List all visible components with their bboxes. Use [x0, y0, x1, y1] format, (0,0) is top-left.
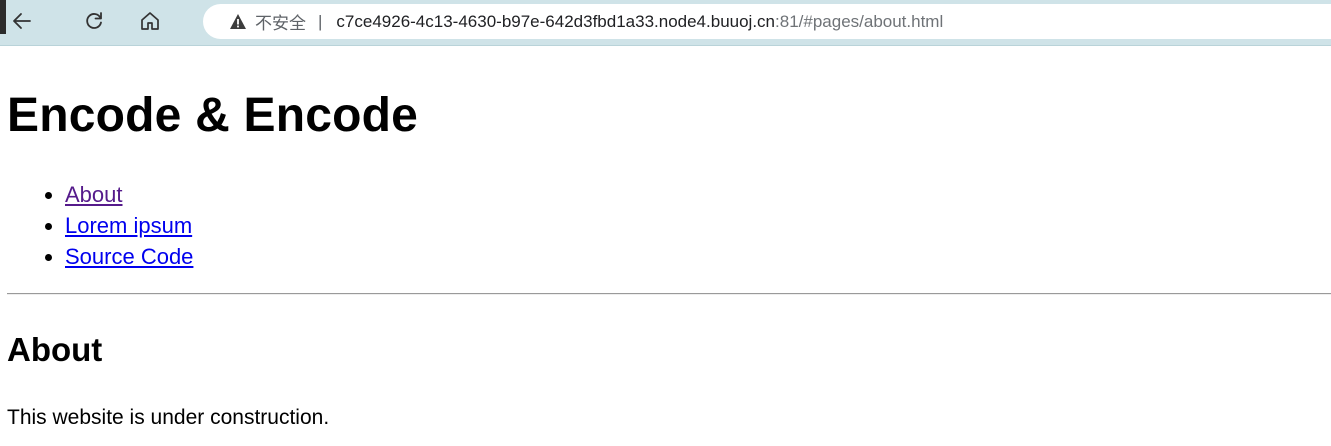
body-text: This website is under construction. [7, 406, 330, 429]
window-edge-decoration [0, 0, 6, 34]
address-bar[interactable]: 不安全 | c7ce4926-4c13-4630-b97e-642d3fbd1a… [203, 4, 1331, 39]
security-label[interactable]: 不安全 [255, 9, 306, 34]
browser-toolbar: 不安全 | c7ce4926-4c13-4630-b97e-642d3fbd1a… [0, 0, 1331, 46]
nav-link-source-code[interactable]: Source Code [65, 244, 193, 269]
nav-link-lorem-ipsum[interactable]: Lorem ipsum [65, 213, 192, 238]
url-separator: | [318, 11, 323, 31]
reload-button[interactable] [79, 6, 109, 36]
list-item: About [65, 179, 193, 210]
page-title: Encode & Encode [7, 89, 419, 142]
list-item: Source Code [65, 241, 193, 272]
nav-list: About Lorem ipsum Source Code [7, 179, 193, 272]
reload-icon [83, 10, 105, 32]
list-item: Lorem ipsum [65, 210, 193, 241]
home-icon [139, 10, 161, 32]
url-path: :81/#pages/about.html [775, 11, 944, 31]
warning-icon[interactable] [229, 13, 247, 30]
back-button[interactable] [7, 6, 37, 36]
nav-link-about[interactable]: About [65, 182, 123, 207]
section-heading: About [7, 331, 103, 368]
home-button[interactable] [135, 6, 165, 36]
divider [7, 293, 1331, 295]
url-host: c7ce4926-4c13-4630-b97e-642d3fbd1a33.nod… [336, 11, 776, 31]
arrow-left-icon [11, 10, 33, 32]
